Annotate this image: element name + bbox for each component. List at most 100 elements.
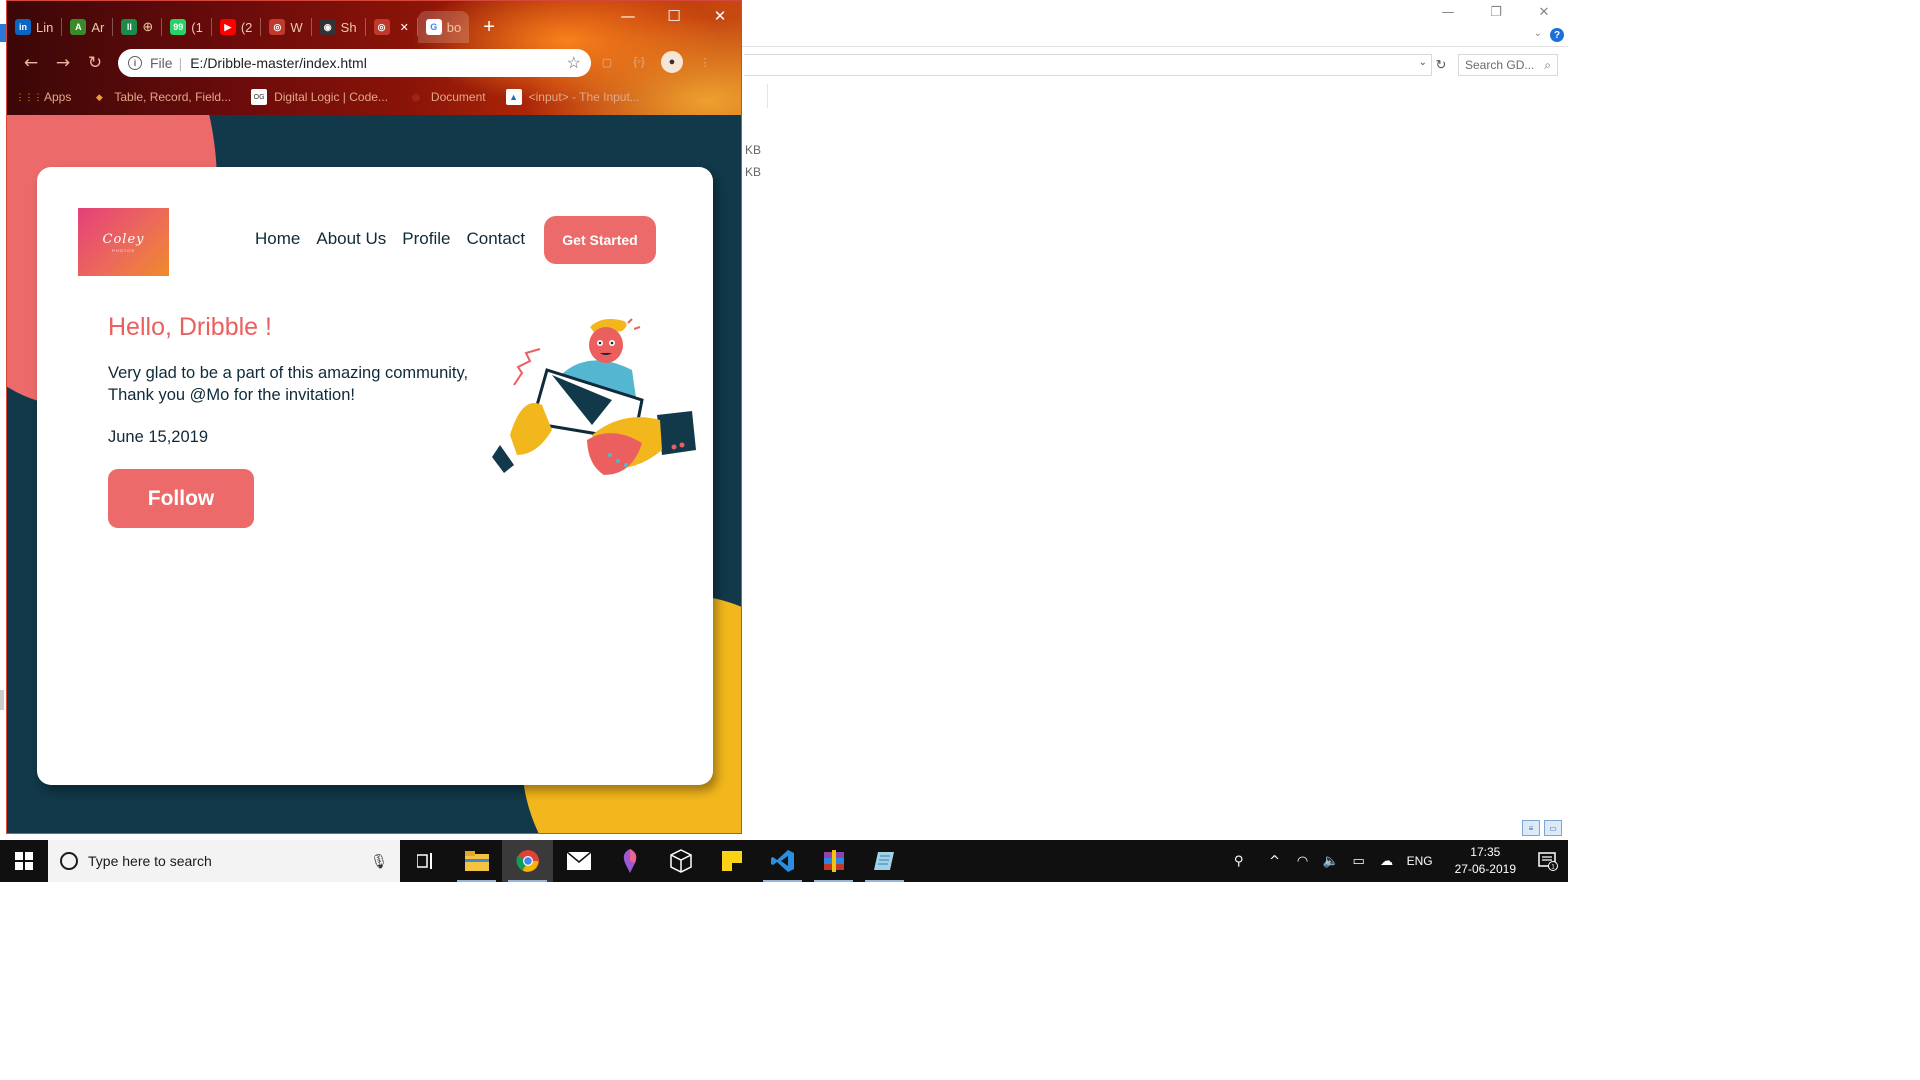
mail-icon[interactable] xyxy=(553,840,604,882)
bookmark-item[interactable]: ⋮⋮⋮ Apps xyxy=(15,89,72,105)
folder-icon: ◆ xyxy=(95,91,103,102)
details-view-icon[interactable]: ≡ xyxy=(1522,820,1540,836)
bookmark-star-icon[interactable]: ☆ xyxy=(567,53,581,73)
arena-icon: A xyxy=(70,19,87,35)
nav-about-us[interactable]: About Us xyxy=(316,229,386,249)
nav-home[interactable]: Home xyxy=(255,229,300,249)
bookmarks-bar: ⋮⋮⋮ Apps ◆ Table, Record, Field... OG Digital… xyxy=(7,83,741,111)
notepad-icon[interactable] xyxy=(859,840,910,882)
onedrive-icon[interactable]: ☁ xyxy=(1375,854,1399,869)
microphone-icon[interactable]: 🎙 xyxy=(370,853,388,870)
reload-icon[interactable]: ↻ xyxy=(79,49,111,77)
explorer-search-input[interactable]: Search GD... ⌕ xyxy=(1458,54,1558,76)
browser-tab[interactable]: 99 (1 xyxy=(162,11,211,43)
bookmark-item[interactable]: ◆ Table, Record, Field... xyxy=(91,89,231,105)
extension-icon[interactable]: ▢ xyxy=(597,52,617,72)
ribbon-divider xyxy=(742,46,1568,47)
menu-dots-icon[interactable]: ⋮ xyxy=(695,52,715,72)
windows-start-button[interactable] xyxy=(0,840,48,882)
search-icon: ⌕ xyxy=(1544,57,1551,72)
action-center-icon[interactable]: 1 xyxy=(1528,851,1568,871)
ribbon-expand-icon[interactable]: ⌄ xyxy=(1534,28,1542,39)
file-size: KB xyxy=(745,143,762,157)
battery-icon[interactable]: ▭ xyxy=(1347,854,1371,869)
url-text[interactable]: E:/Dribble-master/index.html xyxy=(190,55,367,71)
volume-icon[interactable]: 🔈 xyxy=(1319,854,1343,869)
maximize-button[interactable]: ☐ xyxy=(651,1,697,31)
globe-icon: ◎ xyxy=(411,91,420,102)
explorer-search-placeholder: Search GD... xyxy=(1465,58,1535,72)
browser-tab[interactable]: ll ⊕ xyxy=(113,11,161,43)
help-icon[interactable]: ? xyxy=(1550,28,1564,42)
explorer-restore-button[interactable]: ❐ xyxy=(1472,0,1520,24)
apps-grid-icon: ⋮⋮⋮ xyxy=(15,91,43,102)
system-tray: ⚲ ^ ◠ 🔈 ▭ ☁ ENG 17:35 27-06-2019 1 xyxy=(1225,840,1568,882)
logo-subtext: PHOTOS xyxy=(112,247,135,253)
linkedin-icon: in xyxy=(15,19,31,35)
file-explorer-icon[interactable] xyxy=(451,840,502,882)
extension-icon[interactable]: {◦} xyxy=(629,52,649,72)
browser-tab[interactable]: ◎ W xyxy=(261,11,310,43)
show-hidden-icons-icon[interactable]: ^ xyxy=(1263,854,1287,869)
minimize-button[interactable]: — xyxy=(605,1,651,31)
taskbar-search-placeholder: Type here to search xyxy=(88,853,212,869)
view-mode-buttons: ≡ ▭ xyxy=(1522,820,1562,836)
browser-tab[interactable]: A Ar xyxy=(62,11,112,43)
greeting-heading: Hello, Dribble ! xyxy=(108,313,272,341)
tab-title: (1 xyxy=(191,19,203,35)
browser-tab[interactable]: in Lin xyxy=(7,11,61,43)
github-icon: ◉ xyxy=(319,19,336,35)
browser-tab[interactable]: ▶ (2 xyxy=(212,11,261,43)
tab-title: W xyxy=(290,19,303,35)
new-tab-button[interactable]: + xyxy=(469,16,509,39)
address-bar[interactable]: i File | E:/Dribble-master/index.html ☆ xyxy=(118,49,591,77)
bookmark-item[interactable]: ◎ Document xyxy=(408,89,486,105)
task-view-icon[interactable] xyxy=(400,840,451,882)
3d-viewer-icon[interactable] xyxy=(655,840,706,882)
nav-profile[interactable]: Profile xyxy=(402,229,450,249)
large-icons-view-icon[interactable]: ▭ xyxy=(1544,820,1562,836)
taskbar-search-box[interactable]: Type here to search 🎙 xyxy=(48,840,400,882)
explorer-close-button[interactable]: ✕ xyxy=(1520,0,1568,24)
follow-button[interactable]: Follow xyxy=(108,469,254,528)
chrome-taskbar-icon[interactable] xyxy=(502,840,553,882)
browser-tab[interactable]: Gbo xyxy=(417,11,470,43)
tab-strip: in Lin A Ar ll ⊕ 99 (1 ▶ (2 ◎ W ◉ Sh ◎ ✕ Gbo + xyxy=(7,9,509,45)
bookmark-item[interactable]: OG Digital Logic | Code... xyxy=(251,89,388,105)
whatsapp-icon: 99 xyxy=(170,19,187,35)
wifi-icon[interactable]: ◠ xyxy=(1291,854,1315,869)
nav-contact[interactable]: Contact xyxy=(466,229,525,249)
refresh-icon[interactable]: ↻ xyxy=(1432,54,1450,76)
people-icon[interactable]: ⚲ xyxy=(1227,854,1251,869)
bookmark-label: <input> - The Input... xyxy=(528,90,640,104)
og-icon: OG xyxy=(251,89,268,105)
back-icon[interactable]: ← xyxy=(15,49,47,77)
paint-3d-icon[interactable] xyxy=(604,840,655,882)
get-started-button[interactable]: Get Started xyxy=(544,216,656,264)
address-dropdown-icon[interactable]: ⌄ xyxy=(1419,57,1427,68)
browser-chrome-frame: in Lin A Ar ll ⊕ 99 (1 ▶ (2 ◎ W ◉ Sh ◎ ✕ Gbo + — ☐ ✕ ← → … xyxy=(7,1,741,115)
content-card: Coley PHOTOS Home About Us Profile Conta… xyxy=(37,167,713,785)
input-language[interactable]: ENG xyxy=(1407,854,1433,868)
sticky-notes-icon[interactable] xyxy=(706,840,757,882)
close-button[interactable]: ✕ xyxy=(697,1,741,31)
explorer-minimize-button[interactable]: — xyxy=(1424,0,1472,24)
page-viewport: Coley PHOTOS Home About Us Profile Conta… xyxy=(7,115,741,833)
system-clock[interactable]: 17:35 27-06-2019 xyxy=(1455,844,1516,878)
vscode-icon[interactable] xyxy=(757,840,808,882)
bookmark-item[interactable]: ▲ <input> - The Input... xyxy=(505,89,640,105)
winrar-icon[interactable] xyxy=(808,840,859,882)
brand-logo[interactable]: Coley PHOTOS xyxy=(78,208,169,276)
browser-tab[interactable]: ◎ ✕ xyxy=(366,11,417,43)
forward-icon[interactable]: → xyxy=(47,49,79,77)
bookmark-label: Apps xyxy=(44,90,72,104)
browser-toolbar: ← → ↻ i File | E:/Dribble-master/index.h… xyxy=(7,45,741,81)
tab-title: ⊕ xyxy=(142,19,154,34)
info-icon[interactable]: i xyxy=(128,56,142,70)
explorer-address-bar[interactable]: ⌄ xyxy=(744,54,1432,76)
profile-avatar[interactable]: ● xyxy=(661,51,683,73)
globe-icon: ◎ xyxy=(269,19,286,35)
close-tab-icon[interactable]: ✕ xyxy=(400,21,409,34)
browser-tab[interactable]: ◉ Sh xyxy=(312,11,365,43)
globe-icon: ◎ xyxy=(373,19,390,35)
